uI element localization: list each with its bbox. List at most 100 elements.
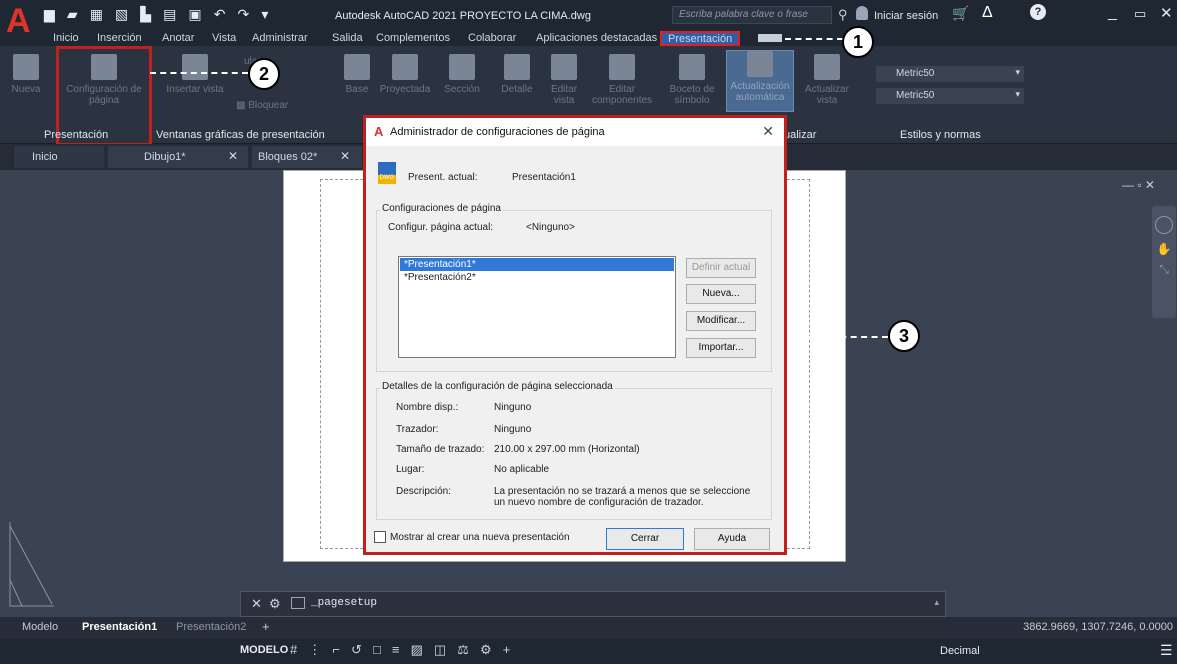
tab-aplicaciones[interactable]: Aplicaciones destacadas [536,32,657,44]
tab-bloques[interactable]: Bloques 02* ✕ [252,146,362,168]
selection-cycling-icon[interactable]: ◫ [434,642,446,658]
customize-cmd-icon[interactable]: ⚙ [269,596,281,612]
status-bar: MODELO # ⋮ ⌐ ↺ □ ≡ ▨ ◫ ⚖ ⚙ + Decimal ☰ [0,639,1177,664]
close-cmd-icon[interactable]: ✕ [251,596,262,612]
coordinates-readout[interactable]: 3862.9669, 1307.7246, 0.0000 [1023,621,1173,633]
model-space-toggle[interactable]: MODELO [240,644,288,656]
ribbon-toggle-icon[interactable] [758,34,782,42]
restore-icon[interactable]: ▭ [1134,6,1146,22]
cmd-history-icon[interactable]: ▴ [934,597,939,608]
close-tab-icon[interactable]: ✕ [228,149,238,163]
tab-start[interactable]: Inicio [14,146,104,168]
command-input[interactable]: _pagesetup [311,597,377,609]
search-input[interactable]: Escriba palabra clave o frase [679,9,808,20]
tab-presentacion1[interactable]: Presentación1 [82,621,157,633]
import-button[interactable]: Importar... [686,338,756,358]
page-setup-list[interactable]: *Presentación1* *Presentación2* [398,256,676,358]
search-icon[interactable]: ⚲ [838,7,848,23]
list-item[interactable]: *Presentación2* [400,271,674,284]
osnap-icon[interactable]: □ [373,642,381,657]
tab-insercion[interactable]: Inserción [97,32,142,44]
save-icon[interactable]: ▦ [90,6,103,23]
customize-status-icon[interactable]: ☰ [1160,642,1173,659]
annotation-scale-icon[interactable]: ⚖ [457,642,469,658]
customize-qat-icon[interactable]: ▾ [261,6,268,23]
lock-button[interactable]: ▩ Bloquear [236,100,288,111]
set-current-button[interactable]: Definir actual [686,258,756,278]
navigation-bar[interactable]: ✋ ⤡ [1152,206,1176,318]
user-icon[interactable] [856,6,868,20]
tab-modelo[interactable]: Modelo [22,621,58,633]
panel-viewports[interactable]: Ventanas gráficas de presentación [156,129,325,141]
detail-view-button[interactable]: Detalle [494,54,540,95]
tab-colaborar[interactable]: Colaborar [468,32,516,44]
list-item[interactable]: *Presentación1* [400,258,674,271]
add-layout-icon[interactable]: + [262,619,270,634]
units-select[interactable]: Decimal [940,645,980,657]
update-view-button[interactable]: Actualizar vista [800,54,854,106]
print-icon[interactable]: ▣ [188,6,201,23]
tab-anotar[interactable]: Anotar [162,32,194,44]
help-button[interactable]: Ayuda [694,528,770,550]
undo-icon[interactable]: ↶ [214,6,226,23]
add-icon[interactable]: + [503,642,511,657]
section-view-button[interactable]: Sección [440,54,484,95]
save-as-icon[interactable]: ▧ [115,6,128,23]
new-button[interactable]: Nueva... [686,284,756,304]
new-layout-button[interactable]: Nueva [6,54,46,95]
command-line[interactable]: ✕ ⚙ _pagesetup ▴ [240,591,946,617]
modify-button[interactable]: Modificar... [686,311,756,331]
show-on-new-layout-checkbox[interactable] [374,531,386,543]
close-window-icon[interactable]: ✕ [1160,4,1173,22]
new-file-icon[interactable]: ▆ [44,6,55,23]
zoom-icon[interactable]: ⤡ [1152,262,1176,277]
insert-view-button[interactable]: Insertar vista [160,54,230,95]
tab-salida[interactable]: Salida [332,32,363,44]
section-style-select[interactable]: Metric50 ▾ [876,88,1024,104]
search-box[interactable]: Escriba palabra clave o frase [672,6,832,24]
tab-complementos[interactable]: Complementos [376,32,450,44]
polar-icon[interactable]: ↺ [351,642,362,658]
symbol-sketch-button[interactable]: Boceto de símbolo [664,54,720,114]
auto-update-button[interactable]: Actualización automática [726,50,794,112]
tab-inicio[interactable]: Inicio [53,32,79,44]
tab-presentacion[interactable]: Presentación [660,31,741,46]
dialog-close-icon[interactable]: ✕ [762,123,774,140]
panel-update-partial: ualizar [784,129,817,141]
lineweight-icon[interactable]: ≡ [392,642,400,657]
help-icon[interactable]: ? [1030,4,1046,20]
dialog-titlebar[interactable]: A Administrador de configuraciones de pá… [366,118,784,146]
web-mobile-icon[interactable]: ▙ [140,6,151,23]
transparency-icon[interactable]: ▨ [411,642,423,658]
close-tab-icon[interactable]: ✕ [340,149,350,163]
store-icon[interactable]: 🛒 [952,5,969,22]
tab-vista[interactable]: Vista [212,32,236,44]
edit-components-button[interactable]: Editar componentes [592,54,652,114]
autodesk-a360-icon[interactable]: Δ [982,4,993,22]
panel-styles[interactable]: Estilos y normas [900,129,981,141]
page-setup-button[interactable]: Configuración de página [60,54,148,106]
steering-wheel-icon[interactable] [1155,216,1173,234]
recent-commands-icon[interactable] [291,597,305,609]
snap-icon[interactable]: ⋮ [308,642,321,658]
base-view-button[interactable]: Base [340,54,374,95]
grid-icon[interactable]: # [290,642,297,657]
signin-link[interactable]: Iniciar sesión [874,10,938,22]
minimize-icon[interactable]: _ [1108,4,1117,22]
redo-icon[interactable]: ↷ [238,6,250,23]
view-style-select[interactable]: Metric50 ▾ [876,66,1024,82]
show-on-new-layout-label[interactable]: Mostrar al crear una nueva presentación [390,532,570,543]
tab-dibujo1[interactable]: Dibujo1* ✕ [108,146,248,168]
viewport-controls[interactable]: — ▫ ✕ [1122,178,1155,192]
plot-preview-icon[interactable]: ▤ [163,6,176,23]
callout-3: 3 [888,320,920,352]
workspace-icon[interactable]: ⚙ [480,642,492,658]
projected-view-button[interactable]: Proyectada [376,54,434,95]
open-file-icon[interactable]: ▰ [67,6,78,23]
tab-administrar[interactable]: Administrar [252,32,308,44]
edit-view-button[interactable]: Editar vista [544,54,584,106]
tab-presentacion2[interactable]: Presentación2 [176,621,246,633]
ortho-icon[interactable]: ⌐ [332,642,340,657]
pan-icon[interactable]: ✋ [1152,242,1176,256]
close-button[interactable]: Cerrar [606,528,684,550]
